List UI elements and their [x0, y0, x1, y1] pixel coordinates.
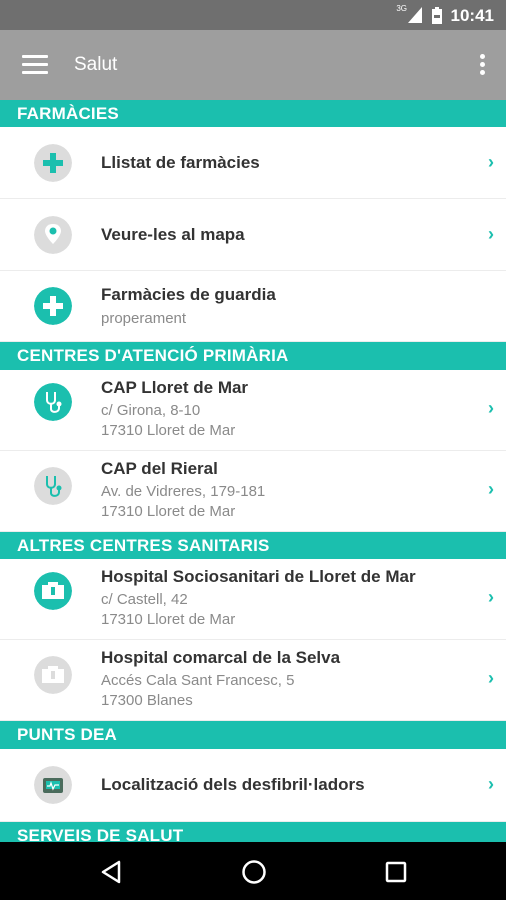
- pharmacy-guard-icon: [34, 287, 72, 325]
- section-header-centres-atencio-primaria: CENTRES D'ATENCIÓ PRIMÀRIA: [0, 342, 506, 370]
- list-item-hospital-sociosanitari[interactable]: Hospital Sociosanitari de Lloret de Mar …: [0, 559, 506, 640]
- item-postcode: 17310 Lloret de Mar: [101, 422, 236, 439]
- list-item-llistat-farmacies[interactable]: Llistat de farmàcies ›: [0, 127, 506, 199]
- recents-icon[interactable]: [385, 861, 407, 883]
- section-header-farmacies: FARMÀCIES: [0, 100, 506, 127]
- hospital-building-icon: [34, 572, 72, 610]
- chevron-right-icon: ›: [488, 774, 494, 794]
- section-header-altres-centres: ALTRES CENTRES SANITARIS: [0, 532, 506, 559]
- chevron-right-icon: ›: [488, 668, 494, 688]
- list-item-desfibril-ladors[interactable]: Localització dels desfibril·ladors ›: [0, 749, 506, 822]
- list-item-cap-rieral[interactable]: CAP del Rieral Av. de Vidreres, 179-181 …: [0, 451, 506, 532]
- chevron-right-icon: ›: [488, 587, 494, 607]
- item-title: Hospital comarcal de la Selva: [101, 648, 341, 667]
- map-pin-icon: [34, 216, 72, 254]
- item-title: Veure-les al mapa: [101, 225, 245, 244]
- item-title: Localització dels desfibril·ladors: [101, 775, 365, 794]
- hospital-building-icon: [34, 656, 72, 694]
- item-subtitle: properament: [101, 310, 187, 327]
- item-address: Av. de Vidreres, 179-181: [101, 483, 266, 500]
- item-title: Hospital Sociosanitari de Lloret de Mar: [101, 567, 416, 586]
- main-list[interactable]: FARMÀCIES Llistat de farmàcies › Veure-l…: [0, 100, 506, 842]
- menu-icon[interactable]: [22, 55, 48, 75]
- status-bar: 3G 10:41: [0, 0, 506, 30]
- list-item-hospital-comarcal[interactable]: Hospital comarcal de la Selva Accés Cala…: [0, 640, 506, 721]
- app-toolbar: Salut: [0, 30, 506, 100]
- item-title: CAP Lloret de Mar: [101, 378, 249, 397]
- overflow-menu-icon[interactable]: [480, 54, 486, 76]
- signal-icon: [408, 7, 422, 23]
- item-postcode: 17310 Lloret de Mar: [101, 503, 236, 520]
- section-header-serveis-salut: SERVEIS DE SALUT: [0, 822, 506, 842]
- item-address: c/ Girona, 8-10: [101, 402, 201, 419]
- chevron-right-icon: ›: [488, 479, 494, 499]
- status-time: 10:41: [450, 6, 494, 25]
- list-item-cap-lloret[interactable]: CAP Lloret de Mar c/ Girona, 8-10 17310 …: [0, 370, 506, 451]
- item-title: Llistat de farmàcies: [101, 153, 260, 172]
- item-postcode: 17310 Lloret de Mar: [101, 611, 236, 628]
- chevron-right-icon: ›: [488, 152, 494, 172]
- item-address: c/ Castell, 42: [101, 591, 188, 608]
- item-address: Accés Cala Sant Francesc, 5: [101, 672, 295, 689]
- network-type: 3G: [396, 4, 407, 13]
- item-title: CAP del Rieral: [101, 459, 218, 478]
- page-title: Salut: [74, 54, 118, 75]
- battery-icon: [432, 7, 442, 24]
- stethoscope-icon: [34, 383, 72, 421]
- item-title: Farmàcies de guardia: [101, 285, 276, 304]
- chevron-right-icon: ›: [488, 224, 494, 244]
- list-item-veure-mapa[interactable]: Veure-les al mapa ›: [0, 199, 506, 271]
- list-item-farmacies-guardia[interactable]: Farmàcies de guardia properament: [0, 271, 506, 342]
- back-icon[interactable]: [100, 860, 122, 884]
- system-nav-bar: [0, 842, 506, 900]
- chevron-right-icon: ›: [488, 398, 494, 418]
- defibrillator-icon: [34, 766, 72, 804]
- stethoscope-icon: [34, 467, 72, 505]
- home-icon[interactable]: [241, 859, 267, 885]
- pharmacy-cross-icon: [34, 144, 72, 182]
- section-header-punts-dea: PUNTS DEA: [0, 721, 506, 749]
- item-postcode: 17300 Blanes: [101, 692, 193, 709]
